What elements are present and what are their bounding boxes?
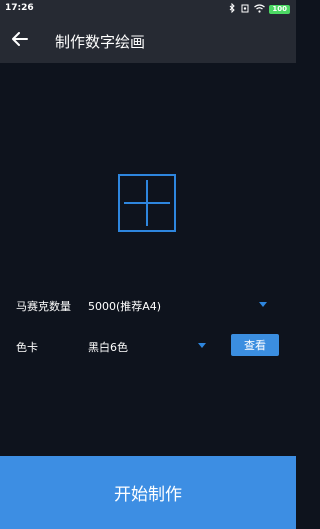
status-time: 17:26 [5,3,34,13]
page-title: 制作数字绘画 [55,33,146,51]
color-dropdown-caret-icon[interactable] [198,343,206,348]
vibrate-icon [240,4,250,16]
wifi-icon [254,3,266,16]
back-arrow-icon [12,31,28,50]
view-button[interactable]: 查看 [231,334,279,356]
toolbar: 制作数字绘画 [0,17,296,63]
bluetooth-icon [229,2,236,16]
back-button[interactable] [8,28,32,52]
battery-icon: 100 [269,5,290,14]
status-bar: 17:26 100 [0,0,296,17]
mosaic-count-select[interactable]: 5000(推荐A4) [88,298,161,314]
color-card-select[interactable]: 黑白6色 [88,339,128,355]
status-icons: 100 [229,2,290,16]
add-image-button[interactable] [118,174,176,232]
color-card-label: 色卡 [16,341,38,354]
main-content [0,63,296,456]
start-button[interactable]: 开始制作 [0,456,296,529]
mosaic-count-label: 马赛克数量 [16,300,71,313]
mosaic-dropdown-caret-icon[interactable] [259,302,267,307]
